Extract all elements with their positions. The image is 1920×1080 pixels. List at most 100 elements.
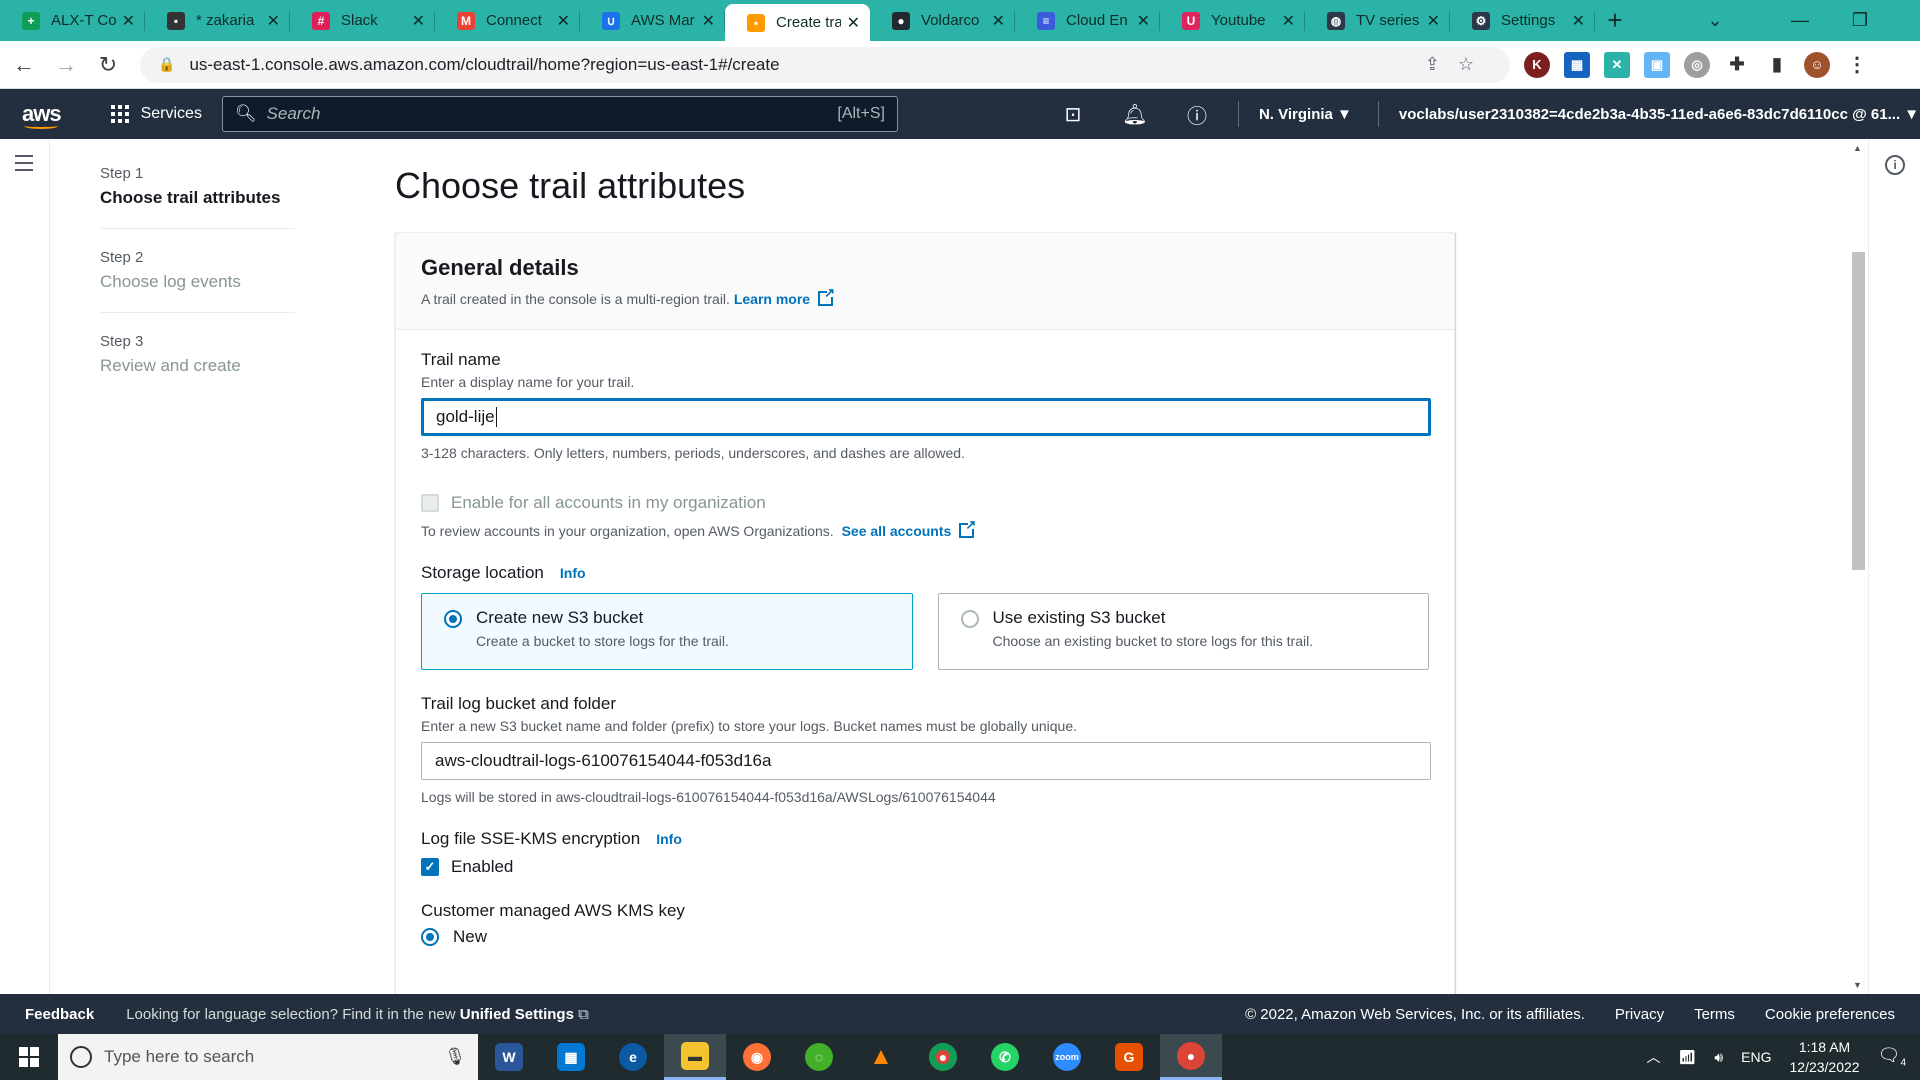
org-checkbox[interactable]	[421, 494, 439, 512]
org-checkbox-row[interactable]: Enable for all accounts in my organizati…	[421, 493, 1429, 513]
chrome-app[interactable]: ●	[912, 1034, 974, 1080]
browser-tab[interactable]: ▪ * zakaria ✕	[145, 0, 290, 41]
learn-more-link[interactable]: Learn more	[734, 285, 835, 307]
zoom-app[interactable]: zoom	[1036, 1034, 1098, 1080]
close-tab-icon[interactable]: ✕	[557, 11, 570, 31]
wizard-step[interactable]: Step 3 Review and create	[100, 333, 295, 396]
browser-tab[interactable]: # Slack ✕	[290, 0, 435, 41]
aws-logo[interactable]: aws	[22, 103, 62, 129]
share-star-icons[interactable]: ⇪☆	[1425, 54, 1492, 75]
extension-k-icon[interactable]: K	[1524, 51, 1550, 78]
close-tab-icon[interactable]: ✕	[1282, 11, 1295, 31]
sidepanel-icon[interactable]: ▮	[1764, 51, 1790, 78]
close-tab-icon[interactable]: ✕	[1427, 11, 1440, 31]
hamburger-menu-icon[interactable]	[15, 155, 33, 176]
new-tab-button[interactable]: +	[1595, 0, 1635, 41]
back-arrow-icon[interactable]: ←	[6, 47, 42, 83]
language-notice-text: Looking for language selection? Find it …	[126, 1005, 456, 1023]
start-button[interactable]	[0, 1034, 58, 1080]
word-app[interactable]: W	[478, 1034, 540, 1080]
see-all-accounts-link[interactable]: See all accounts	[842, 517, 977, 539]
browser-tab[interactable]: ∪ AWS Mar ✕	[580, 0, 725, 41]
info-panel-icon[interactable]: i	[1885, 155, 1905, 175]
whatsapp-app[interactable]: ✆	[974, 1034, 1036, 1080]
browser-tab[interactable]: ≡ Cloud En ✕	[1015, 0, 1160, 41]
close-tab-icon[interactable]: ✕	[992, 11, 1005, 31]
region-selector[interactable]: N. Virginia ▼	[1259, 106, 1352, 123]
maximize-icon[interactable]: ❐	[1830, 0, 1890, 41]
microphone-icon[interactable]: 🎙︎	[444, 1047, 466, 1067]
edge-app[interactable]: e	[602, 1034, 664, 1080]
address-bar[interactable]: 🔒 us-east-1.console.aws.amazon.com/cloud…	[140, 46, 1510, 83]
extension-grid-icon[interactable]: ▦	[1564, 51, 1590, 78]
store-app[interactable]: ▦	[540, 1034, 602, 1080]
use-existing-bucket-tile[interactable]: Use existing S3 bucket Choose an existing…	[937, 593, 1429, 670]
firefox-app[interactable]: ◉	[726, 1034, 788, 1080]
vlc-app[interactable]: ▲	[850, 1034, 912, 1080]
services-menu[interactable]: Services	[141, 105, 202, 123]
browser-tab[interactable]: M Connect ✕	[435, 0, 580, 41]
kms-new-radio[interactable]	[421, 928, 439, 946]
browser-tab[interactable]: + ALX-T Co ✕	[0, 0, 145, 41]
volume-icon[interactable]: 🔊︎	[1714, 1049, 1723, 1066]
bucket-input[interactable]: aws-cloudtrail-logs-610076154044-f053d16…	[421, 742, 1431, 780]
close-tab-icon[interactable]: ✕	[702, 11, 715, 31]
unified-settings-link[interactable]: Unified Settings	[460, 1006, 574, 1023]
wizard-step[interactable]: Step 2 Choose log events	[100, 249, 295, 313]
trail-name-input[interactable]: gold-lije	[421, 398, 1431, 436]
privacy-link[interactable]: Privacy	[1615, 1006, 1664, 1023]
bell-icon[interactable]: 🔔︎	[1120, 99, 1150, 129]
forward-arrow-icon[interactable]: →	[48, 47, 84, 83]
close-tab-icon[interactable]: ✕	[267, 11, 280, 31]
close-tab-icon[interactable]: ✕	[847, 13, 860, 33]
browser-tab[interactable]: U Youtube ✕	[1160, 0, 1305, 41]
browser-tab[interactable]: ● Voldarco ✕	[870, 0, 1015, 41]
wifi-icon[interactable]: 📶︎	[1679, 1049, 1697, 1066]
tab-title: AWS Mar	[631, 12, 695, 29]
minimize-icon[interactable]: —	[1770, 0, 1830, 41]
reload-icon[interactable]: ↻	[90, 47, 126, 83]
browser-tab[interactable]: ⚙ Settings ✕	[1450, 0, 1595, 41]
aws-search-input[interactable]: 🔍︎ Search [Alt+S]	[221, 96, 898, 132]
create-new-bucket-radio[interactable]	[444, 610, 462, 628]
use-existing-bucket-radio[interactable]	[960, 610, 979, 628]
language-indicator[interactable]: ENG	[1741, 1049, 1771, 1065]
scrollbar-thumb[interactable]	[1852, 252, 1865, 570]
taskbar-search[interactable]: Type here to search 🎙︎	[58, 1034, 478, 1080]
explorer-app[interactable]: ▬	[664, 1034, 726, 1080]
close-tab-icon[interactable]: ✕	[412, 11, 425, 31]
cookie-preferences-link[interactable]: Cookie preferences	[1765, 1006, 1895, 1023]
chevron-up-icon[interactable]: ︿	[1647, 1047, 1661, 1067]
feedback-link[interactable]: Feedback	[25, 1006, 94, 1023]
anaconda-app[interactable]: ◌	[788, 1034, 850, 1080]
console-footer: Feedback Looking for language selection?…	[0, 994, 1920, 1034]
tab-search-icon[interactable]: ⌄	[1685, 0, 1745, 41]
sse-info-link[interactable]: Info	[656, 831, 682, 847]
cloudshell-icon[interactable]: ⊡	[1058, 99, 1088, 129]
close-tab-icon[interactable]: ✕	[1572, 11, 1585, 31]
sse-enabled-row[interactable]: ✓ Enabled	[421, 857, 1429, 877]
browser-tab[interactable]: ◍ TV series ✕	[1305, 0, 1450, 41]
sse-enabled-checkbox[interactable]: ✓	[421, 858, 439, 876]
extension-screenshot-icon[interactable]: ▣	[1644, 51, 1670, 78]
services-grid-icon[interactable]	[110, 105, 129, 123]
close-tab-icon[interactable]: ✕	[1137, 11, 1150, 31]
extension-globe-icon[interactable]: ◎	[1684, 51, 1710, 78]
browser-tab[interactable]: ▪ Create tra ✕	[725, 4, 870, 41]
storage-info-link[interactable]: Info	[560, 565, 586, 581]
chrome-profile-app[interactable]: ●	[1160, 1034, 1222, 1080]
profile-avatar[interactable]: ☺	[1804, 51, 1830, 78]
terms-link[interactable]: Terms	[1694, 1006, 1735, 1023]
notifications-icon[interactable]: 🗨︎4	[1878, 1045, 1906, 1069]
close-tab-icon[interactable]: ✕	[122, 11, 135, 31]
create-new-bucket-tile[interactable]: Create new S3 bucket Create a bucket to s…	[421, 593, 913, 670]
wizard-step[interactable]: Step 1 Choose trail attributes	[100, 165, 295, 229]
account-menu[interactable]: voclabs/user2310382=4cde2b3a-4b35-11ed-a…	[1399, 106, 1919, 123]
kms-new-option[interactable]: New	[421, 927, 1429, 947]
menu-kebab-icon[interactable]: ⋮	[1844, 51, 1870, 78]
grammarly-app[interactable]: G	[1098, 1034, 1160, 1080]
clock[interactable]: 1:18 AM 12/23/2022	[1790, 1037, 1860, 1077]
extension-expand-icon[interactable]: ✕	[1604, 51, 1630, 78]
puzzle-icon[interactable]: ✚	[1724, 51, 1750, 78]
help-icon[interactable]: ⓘ	[1182, 99, 1212, 129]
